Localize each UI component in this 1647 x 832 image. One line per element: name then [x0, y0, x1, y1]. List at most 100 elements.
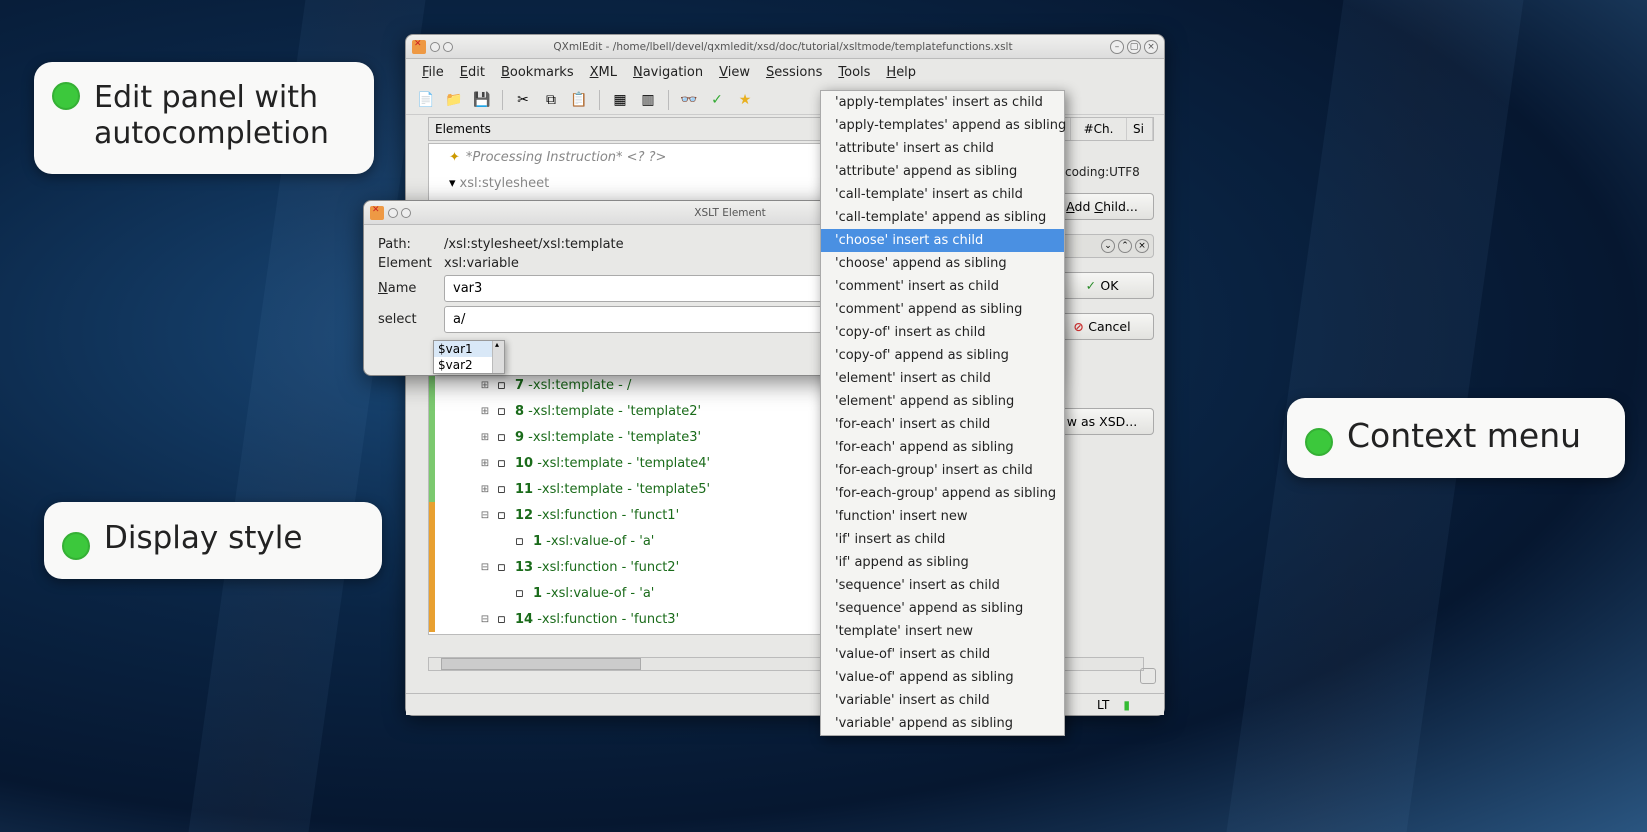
status-indicator-icon: ▮	[1119, 698, 1134, 712]
window-control[interactable]	[388, 208, 398, 218]
binoculars-icon[interactable]: 👓	[679, 90, 699, 110]
row-label: 12 -xsl:function - 'funct1'	[515, 508, 679, 523]
add-child-button[interactable]: Add Child...	[1050, 193, 1154, 220]
element-icon: ▫	[515, 534, 529, 548]
status-icon[interactable]	[1140, 668, 1156, 684]
right-panel: encoding:UTF8 Add Child... ⌄ ⌃ × OK Canc…	[1050, 165, 1154, 435]
context-menu-item[interactable]: 'comment' append as sibling	[821, 298, 1064, 321]
context-menu-item[interactable]: 'choose' append as sibling	[821, 252, 1064, 275]
context-menu-item[interactable]: 'sequence' append as sibling	[821, 597, 1064, 620]
context-menu-item[interactable]: 'for-each' append as sibling	[821, 436, 1064, 459]
context-menu-item[interactable]: 'copy-of' append as sibling	[821, 344, 1064, 367]
callout-edit-panel: Edit panel with autocompletion	[34, 62, 374, 174]
context-menu-item[interactable]: 'apply-templates' append as sibling	[821, 114, 1064, 137]
copy-icon[interactable]: ⧉	[541, 90, 561, 110]
element-icon: ▫	[515, 586, 529, 600]
context-menu-item[interactable]: 'attribute' insert as child	[821, 137, 1064, 160]
context-menu-item[interactable]: 'element' append as sibling	[821, 390, 1064, 413]
context-menu-item[interactable]: 'variable' insert as child	[821, 689, 1064, 712]
window-control[interactable]	[401, 208, 411, 218]
col-size[interactable]: Si	[1127, 118, 1153, 140]
menu-help[interactable]: Help	[880, 63, 922, 82]
element-icon: ▫	[497, 482, 511, 496]
window-control[interactable]	[443, 42, 453, 52]
context-menu-item[interactable]: 'for-each-group' insert as child	[821, 459, 1064, 482]
context-menu-item[interactable]: 'copy-of' insert as child	[821, 321, 1064, 344]
file-save-icon[interactable]: 💾	[472, 90, 492, 110]
expand-icon[interactable]: ⌃	[1118, 239, 1132, 253]
collapse-icon[interactable]: ⌄	[1101, 239, 1115, 253]
menu-view[interactable]: View	[713, 63, 756, 82]
star-icon[interactable]: ★	[735, 90, 755, 110]
context-menu-item[interactable]: 'choose' insert as child	[821, 229, 1064, 252]
context-menu-item[interactable]: 'function' insert new	[821, 505, 1064, 528]
row-label: 1 -xsl:value-of - 'a'	[533, 534, 654, 549]
window-title: QXmlEdit - /home/lbell/devel/qxmledit/xs…	[456, 41, 1110, 53]
menu-navigation[interactable]: Navigation	[627, 63, 709, 82]
titlebar: QXmlEdit - /home/lbell/devel/qxmledit/xs…	[406, 35, 1164, 59]
toggle-icon[interactable]: ⊞	[479, 406, 491, 417]
toggle-icon[interactable]: ⊟	[479, 562, 491, 573]
context-menu-item[interactable]: 'attribute' append as sibling	[821, 160, 1064, 183]
context-menu-item[interactable]: 'template' insert new	[821, 620, 1064, 643]
close-panel-icon[interactable]: ×	[1135, 239, 1149, 253]
context-menu-item[interactable]: 'call-template' insert as child	[821, 183, 1064, 206]
columns-icon[interactable]: ▥	[638, 90, 658, 110]
menu-xml[interactable]: XML	[584, 63, 623, 82]
context-menu-item[interactable]: 'for-each-group' append as sibling	[821, 482, 1064, 505]
context-menu-item[interactable]: 'if' insert as child	[821, 528, 1064, 551]
context-menu[interactable]: 'apply-templates' insert as child'apply-…	[820, 90, 1065, 736]
context-menu-item[interactable]: 'variable' append as sibling	[821, 712, 1064, 735]
context-menu-item[interactable]: 'if' append as sibling	[821, 551, 1064, 574]
menu-bookmarks[interactable]: Bookmarks	[495, 63, 580, 82]
col-children[interactable]: #Ch.	[1071, 118, 1127, 140]
scrollbar-vertical[interactable]	[492, 341, 504, 373]
paste-icon[interactable]: 📋	[569, 90, 589, 110]
toggle-icon[interactable]: ⊞	[479, 380, 491, 391]
element-icon: ▫	[497, 430, 511, 444]
context-menu-item[interactable]: 'apply-templates' insert as child	[821, 91, 1064, 114]
window-control[interactable]	[430, 42, 440, 52]
maximize-icon[interactable]: ▢	[1127, 40, 1141, 54]
menu-edit[interactable]: Edit	[454, 63, 491, 82]
context-menu-item[interactable]: 'sequence' insert as child	[821, 574, 1064, 597]
toggle-icon[interactable]: ⊞	[479, 484, 491, 495]
table-icon[interactable]: ▦	[610, 90, 630, 110]
menu-sessions[interactable]: Sessions	[760, 63, 828, 82]
element-icon: ▫	[497, 508, 511, 522]
app-icon	[412, 40, 426, 54]
toggle-icon[interactable]: ⊟	[479, 510, 491, 521]
autocomplete-popup[interactable]: $var1$var2	[433, 340, 505, 374]
context-menu-item[interactable]: 'call-template' append as sibling	[821, 206, 1064, 229]
menu-file[interactable]: File	[416, 63, 450, 82]
row-label: xsl:stylesheet	[460, 176, 550, 191]
cut-icon[interactable]: ✂	[513, 90, 533, 110]
file-open-icon[interactable]: 📁	[444, 90, 464, 110]
callout-text: Display style	[104, 520, 302, 556]
check-icon[interactable]: ✓	[707, 90, 727, 110]
toggle-icon[interactable]: ⊞	[479, 432, 491, 443]
context-menu-item[interactable]: 'value-of' insert as child	[821, 643, 1064, 666]
row-label: 8 -xsl:template - 'template2'	[515, 404, 701, 419]
status-xslt: LT	[1093, 698, 1113, 712]
toggle-icon[interactable]: ⊞	[479, 458, 491, 469]
view-xsd-button[interactable]: w as XSD...	[1050, 408, 1154, 435]
element-icon: ▫	[497, 612, 511, 626]
cancel-button[interactable]: Cancel	[1050, 313, 1154, 340]
row-label: 13 -xsl:function - 'funct2'	[515, 560, 679, 575]
context-menu-item[interactable]: 'for-each' insert as child	[821, 413, 1064, 436]
callout-display-style: Display style	[44, 502, 382, 579]
context-menu-item[interactable]: 'element' insert as child	[821, 367, 1064, 390]
element-label: Element	[378, 256, 434, 271]
toggle-icon[interactable]: ⊟	[479, 614, 491, 625]
menu-tools[interactable]: Tools	[832, 63, 876, 82]
ok-button[interactable]: OK	[1050, 272, 1154, 299]
context-menu-item[interactable]: 'comment' insert as child	[821, 275, 1064, 298]
element-icon: ▫	[497, 456, 511, 470]
minimize-icon[interactable]: –	[1110, 40, 1124, 54]
close-icon[interactable]: ×	[1144, 40, 1158, 54]
pi-text: *Processing Instruction* <? ?>	[466, 150, 667, 165]
context-menu-item[interactable]: 'value-of' append as sibling	[821, 666, 1064, 689]
file-new-icon[interactable]: 📄	[416, 90, 436, 110]
element-icon: ▫	[497, 378, 511, 392]
